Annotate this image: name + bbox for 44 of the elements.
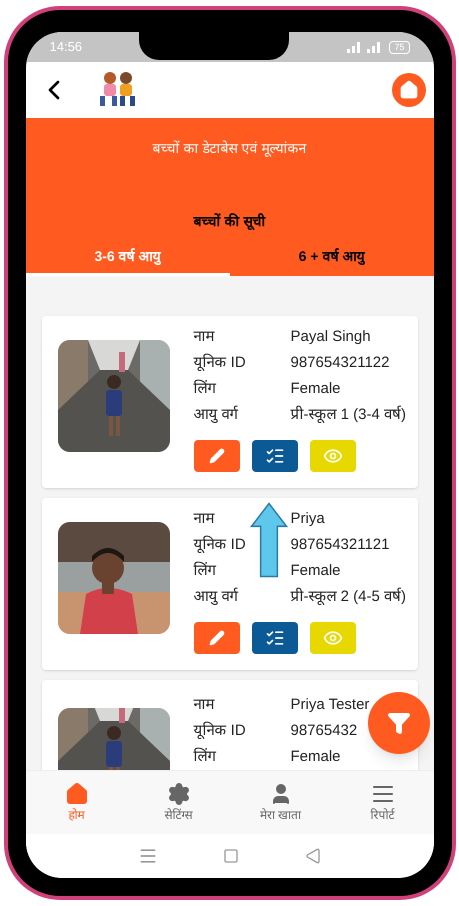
filter-icon <box>386 711 410 735</box>
nav-tab[interactable]: सेटिंग्स <box>128 771 230 834</box>
field-value: Priya <box>290 509 325 529</box>
nav-tab[interactable]: रिपोर्ट <box>332 771 434 834</box>
pencil-icon <box>208 630 224 646</box>
field-value: 987654321122 <box>290 353 390 373</box>
pencil-icon <box>208 448 224 464</box>
clock-time: 14:56 <box>50 38 82 56</box>
list-title: बच्चों की सूची <box>194 212 266 232</box>
edit-button[interactable] <box>194 440 240 472</box>
app-title: बच्चों का डेटाबेस एवं मूल्यांकन <box>152 139 306 159</box>
assessment-button[interactable] <box>252 440 298 472</box>
field-value: Female <box>290 561 341 581</box>
field-label: यूनिक ID <box>194 352 247 373</box>
field-label: लिंग <box>194 560 218 581</box>
nav-tab[interactable]: मेरा खाता <box>230 771 332 834</box>
square-icon[interactable] <box>223 848 240 864</box>
field-label: नाम <box>194 327 216 347</box>
home-icon <box>64 782 88 806</box>
age-tab[interactable]: 6 + वर्ष आयु <box>230 240 434 276</box>
nav-tab[interactable]: होम <box>26 771 128 834</box>
field-value: Priya Tester <box>290 695 370 715</box>
field-value: प्री-स्कूल 2 (4-5 वर्ष) <box>290 586 406 607</box>
field-label: आयु वर्ग <box>194 586 240 607</box>
field-value: 98765432 <box>290 721 358 741</box>
field-value: Female <box>290 747 341 767</box>
field-value: Payal Singh <box>290 327 371 347</box>
edit-button[interactable] <box>194 622 240 654</box>
field-label: यूनिक ID <box>194 534 247 555</box>
battery-level: 75 <box>389 40 410 54</box>
back-triangle-icon[interactable] <box>304 848 321 864</box>
field-label: लिंग <box>194 378 218 399</box>
field-label: नाम <box>194 509 216 529</box>
home-button[interactable] <box>392 73 426 107</box>
field-value: प्री-स्कूल 1 (3-4 वर्ष) <box>290 404 406 425</box>
field-label: यूनिक ID <box>194 720 247 741</box>
field-label: आयु वर्ग <box>194 404 240 425</box>
field-label: नाम <box>194 695 216 715</box>
home-icon <box>398 80 418 100</box>
field-value: 987654321121 <box>290 535 390 555</box>
field-value: Female <box>290 379 341 399</box>
field-label: लिंग <box>194 746 218 767</box>
assessment-button[interactable] <box>252 622 298 654</box>
gear-icon <box>166 782 190 806</box>
